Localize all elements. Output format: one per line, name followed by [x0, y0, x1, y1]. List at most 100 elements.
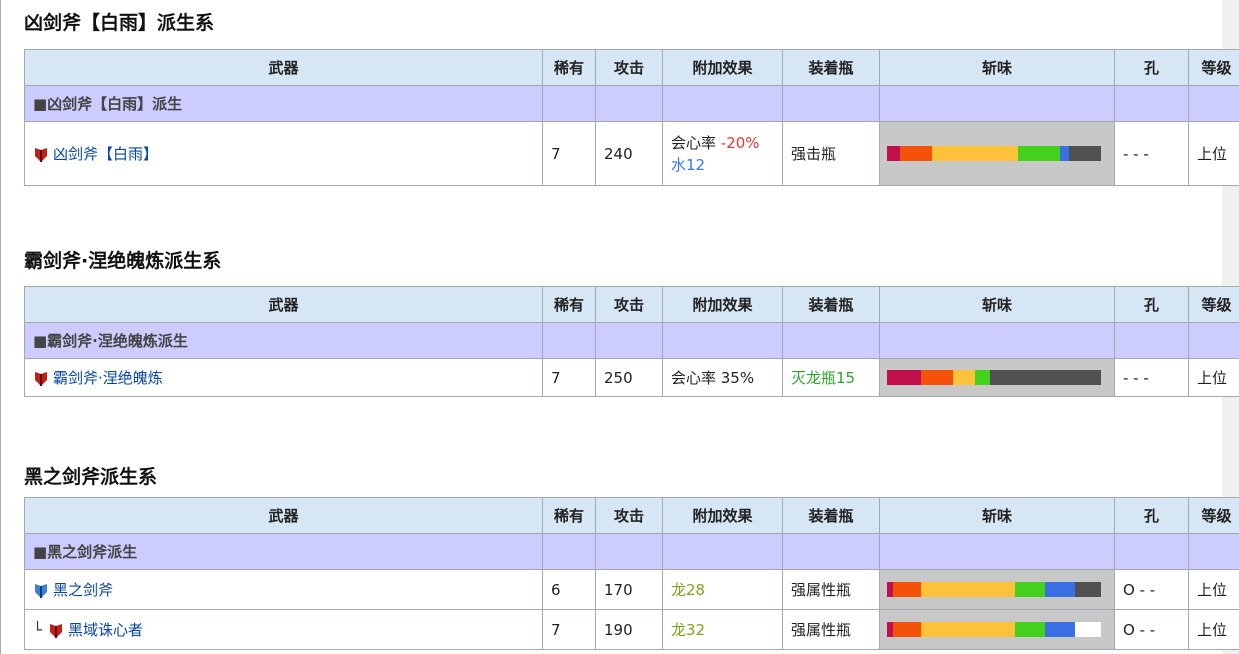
effect-cell: 会心率 -20% 水12	[662, 121, 783, 186]
group-label: ■黑之剑斧派生	[24, 533, 543, 570]
attack-cell: 190	[595, 609, 663, 650]
sharpness-segment-green	[1015, 582, 1046, 597]
header-effect[interactable]: 附加效果	[662, 286, 783, 323]
slots-cell: O - -	[1114, 609, 1189, 650]
phial-cell: 强属性瓶	[782, 609, 880, 650]
charge-blade-icon	[35, 371, 47, 386]
sharpness-bar	[887, 622, 1101, 637]
header-attack[interactable]: 攻击	[595, 497, 663, 534]
sharpness-bar	[887, 146, 1101, 161]
table-row: └ 黑域诛心者 7 190 龙32 强属性瓶 O - - 上位	[24, 609, 1239, 650]
header-rarity[interactable]: 稀有	[542, 286, 596, 323]
left-border	[0, 0, 1, 654]
weapon-cell: 黑之剑斧	[24, 569, 543, 610]
header-weapon[interactable]: 武器	[24, 286, 543, 323]
sharpness-segment-green	[1017, 146, 1061, 161]
charge-blade-icon	[35, 583, 47, 598]
sharpness-segment-green	[974, 370, 990, 385]
weapon-cell: 凶剑斧【白雨】	[24, 121, 543, 186]
sharpness-cell	[879, 569, 1115, 610]
weapon-table: 武器 稀有 攻击 附加效果 装着瓶 斩味 孔 等级 ■霸剑斧·涅绝魄炼派生 霸剑…	[24, 286, 1239, 397]
header-rarity[interactable]: 稀有	[542, 49, 596, 86]
crit-value: -20%	[720, 133, 760, 152]
sharpness-segment-orange	[893, 622, 922, 637]
header-rank[interactable]: 等级	[1188, 286, 1239, 323]
slots-cell: - - -	[1114, 121, 1189, 186]
header-weapon[interactable]: 武器	[24, 49, 543, 86]
header-slots[interactable]: 孔	[1114, 49, 1189, 86]
header-effect[interactable]: 附加效果	[662, 49, 783, 86]
sharpness-segment-yellow	[931, 146, 1018, 161]
sharpness-segment-yellow	[953, 370, 975, 385]
attack-cell: 170	[595, 569, 663, 610]
rarity-cell: 7	[542, 358, 596, 397]
header-sharpness[interactable]: 斩味	[879, 49, 1115, 86]
group-row: ■凶剑斧【白雨】派生	[24, 85, 1239, 122]
effect-cell: 龙32	[662, 609, 783, 650]
header-rank[interactable]: 等级	[1188, 49, 1239, 86]
sharpness-bar	[887, 370, 1101, 385]
weapon-link[interactable]: 凶剑斧【白雨】	[53, 145, 158, 163]
header-rarity[interactable]: 稀有	[542, 497, 596, 534]
sharpness-segment-empty	[1068, 146, 1101, 161]
rank-cell: 上位	[1188, 569, 1239, 610]
sharpness-cell	[879, 609, 1115, 650]
attack-cell: 250	[595, 358, 663, 397]
header-attack[interactable]: 攻击	[595, 286, 663, 323]
rank-cell: 上位	[1188, 121, 1239, 186]
section-title: 黑之剑斧派生系	[24, 466, 158, 488]
sharpness-segment-blue	[1045, 622, 1076, 637]
sharpness-segment-orange	[899, 146, 932, 161]
rarity-cell: 7	[542, 121, 596, 186]
header-weapon[interactable]: 武器	[24, 497, 543, 534]
attack-cell: 240	[595, 121, 663, 186]
phial-cell: 灭龙瓶15	[782, 358, 880, 397]
rarity-cell: 6	[542, 569, 596, 610]
header-phial[interactable]: 装着瓶	[782, 286, 880, 323]
header-sharpness[interactable]: 斩味	[879, 497, 1115, 534]
group-label: ■凶剑斧【白雨】派生	[24, 85, 543, 122]
weapon-link[interactable]: 黑之剑斧	[53, 581, 113, 599]
weapon-cell: └ 黑域诛心者	[24, 609, 543, 650]
sharpness-cell	[879, 358, 1115, 397]
sharpness-segment-orange	[893, 582, 922, 597]
sharpness-segment-blue	[1045, 582, 1076, 597]
section-title: 凶剑斧【白雨】派生系	[24, 12, 215, 34]
weapon-table: 武器 稀有 攻击 附加效果 装着瓶 斩味 孔 等级 ■凶剑斧【白雨】派生 凶剑斧…	[24, 49, 1239, 186]
header-attack[interactable]: 攻击	[595, 49, 663, 86]
sharpness-segment-orange	[921, 370, 954, 385]
charge-blade-icon	[50, 623, 63, 638]
header-rank[interactable]: 等级	[1188, 497, 1239, 534]
header-slots[interactable]: 孔	[1114, 286, 1189, 323]
sharpness-segment-red	[887, 146, 900, 161]
rarity-cell: 7	[542, 609, 596, 650]
group-row: ■黑之剑斧派生	[24, 533, 1239, 570]
weapon-table: 武器 稀有 攻击 附加效果 装着瓶 斩味 孔 等级 ■黑之剑斧派生 黑之剑斧 6…	[24, 497, 1239, 650]
table-row: 黑之剑斧 6 170 龙28 强属性瓶 O - - 上位	[24, 569, 1239, 610]
phial-cell: 强属性瓶	[782, 569, 880, 610]
phial-cell: 强击瓶	[782, 121, 880, 186]
sharpness-bar	[887, 582, 1101, 597]
sharpness-segment-white	[1075, 622, 1101, 637]
group-row: ■霸剑斧·涅绝魄炼派生	[24, 322, 1239, 359]
sharpness-segment-yellow	[921, 622, 1016, 637]
sharpness-segment-empty	[1075, 582, 1101, 597]
sharpness-segment-empty	[989, 370, 1101, 385]
branch-marker: └	[33, 621, 43, 639]
effect-cell: 会心率 35%	[662, 358, 783, 397]
sharpness-segment-green	[1015, 622, 1046, 637]
element-value: 水12	[671, 155, 706, 174]
header-sharpness[interactable]: 斩味	[879, 286, 1115, 323]
rank-cell: 上位	[1188, 609, 1239, 650]
group-label: ■霸剑斧·涅绝魄炼派生	[24, 322, 543, 359]
sharpness-cell	[879, 121, 1115, 186]
header-effect[interactable]: 附加效果	[662, 497, 783, 534]
header-phial[interactable]: 装着瓶	[782, 49, 880, 86]
section-title: 霸剑斧·涅绝魄炼派生系	[24, 250, 222, 272]
weapon-link[interactable]: 黑域诛心者	[68, 621, 143, 639]
table-row: 凶剑斧【白雨】 7 240 会心率 -20% 水12 强击瓶 - - - 上位	[24, 121, 1239, 186]
header-phial[interactable]: 装着瓶	[782, 497, 880, 534]
charge-blade-icon	[35, 147, 47, 162]
header-slots[interactable]: 孔	[1114, 497, 1189, 534]
weapon-link[interactable]: 霸剑斧·涅绝魄炼	[53, 369, 163, 387]
